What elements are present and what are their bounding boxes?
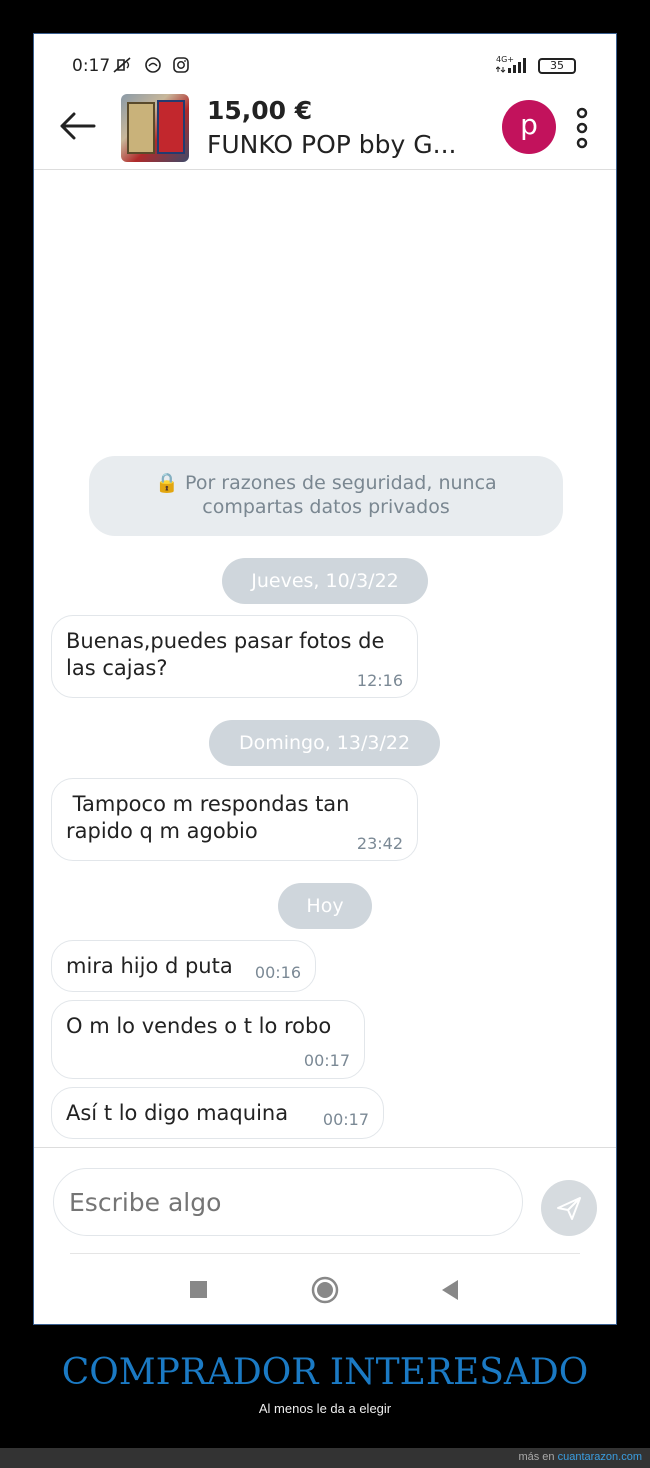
message-bubble[interactable]: O m lo vendes o t lo robo 00:17 xyxy=(51,1000,365,1079)
message-time: 00:17 xyxy=(303,1051,350,1070)
nav-divider xyxy=(70,1253,580,1254)
footer-bar: más en cuantarazon.com xyxy=(0,1448,650,1468)
footer-site-link[interactable]: cuantarazon.com xyxy=(558,1451,642,1463)
status-bar: 0:17 4G+ 35 xyxy=(34,34,616,94)
message-text-line2: las cajas? xyxy=(66,656,168,680)
back-arrow-icon[interactable] xyxy=(58,108,98,144)
funko-box-spiderman xyxy=(157,100,185,154)
footer-prefix: más en xyxy=(518,1451,558,1463)
send-icon xyxy=(557,1197,581,1220)
footer-text: más en cuantarazon.com xyxy=(518,1451,642,1463)
date-separator: Jueves, 10/3/22 xyxy=(222,558,428,604)
back-nav-button[interactable] xyxy=(432,1274,472,1306)
message-bubble[interactable]: Tampoco m respondas tan rapido q m agobi… xyxy=(51,778,418,861)
more-options-icon[interactable] xyxy=(572,106,592,150)
triangle-back-icon xyxy=(442,1280,458,1300)
message-time: 23:42 xyxy=(356,834,403,853)
message-time: 00:16 xyxy=(254,963,301,982)
caption-title: COMPRADOR INTERESADO xyxy=(61,1352,589,1393)
status-time: 0:17 xyxy=(72,56,111,76)
battery-level: 35 xyxy=(550,59,564,72)
funko-box-groot xyxy=(127,102,155,154)
message-time: 12:16 xyxy=(356,671,403,690)
message-text-line1: Buenas,puedes pasar fotos de xyxy=(66,629,385,653)
chat-header: 15,00 € FUNKO POP bby G... p xyxy=(34,94,616,170)
phone-screen: 0:17 4G+ 35 15,00 € FUNKO POP bby G... p… xyxy=(33,33,617,1325)
battery-icon: 35 xyxy=(538,58,576,74)
mute-icon xyxy=(112,56,134,78)
user-avatar[interactable]: p xyxy=(502,100,556,154)
instagram-icon xyxy=(172,56,190,78)
signal-icon: 4G+ xyxy=(496,55,530,74)
cloud-icon xyxy=(144,56,162,78)
send-button[interactable] xyxy=(541,1180,597,1236)
square-icon xyxy=(190,1281,207,1298)
home-button[interactable] xyxy=(305,1274,345,1306)
message-text: Así t lo digo maquina xyxy=(66,1101,289,1125)
message-text: mira hijo d puta xyxy=(66,954,233,978)
message-bubble[interactable]: Buenas,puedes pasar fotos de las cajas? … xyxy=(51,615,418,698)
date-separator: Hoy xyxy=(278,883,372,929)
message-bubble[interactable]: mira hijo d puta 00:16 xyxy=(51,940,316,992)
security-notice: 🔒 Por razones de seguridad, nunca compar… xyxy=(89,456,563,536)
circle-icon xyxy=(311,1276,339,1304)
message-text-line1: Tampoco m respondas tan xyxy=(66,792,350,816)
product-thumbnail[interactable] xyxy=(121,94,189,162)
security-notice-line1: Por razones de seguridad, nunca xyxy=(185,472,497,494)
recents-button[interactable] xyxy=(178,1274,218,1306)
lock-icon: 🔒 xyxy=(155,472,179,494)
product-title[interactable]: FUNKO POP bby G... xyxy=(207,130,457,159)
message-input[interactable] xyxy=(53,1168,523,1236)
composer-divider xyxy=(34,1147,616,1148)
security-notice-line2: compartas datos privados xyxy=(202,496,450,518)
message-bubble[interactable]: Así t lo digo maquina 00:17 xyxy=(51,1087,384,1139)
message-text: O m lo vendes o t lo robo xyxy=(66,1014,332,1038)
message-text-line2: rapido q m agobio xyxy=(66,819,258,843)
caption-subtitle: Al menos le da a elegir xyxy=(258,1401,392,1416)
message-time: 00:17 xyxy=(322,1110,369,1129)
product-price: 15,00 € xyxy=(207,96,313,125)
date-separator: Domingo, 13/3/22 xyxy=(209,720,440,766)
